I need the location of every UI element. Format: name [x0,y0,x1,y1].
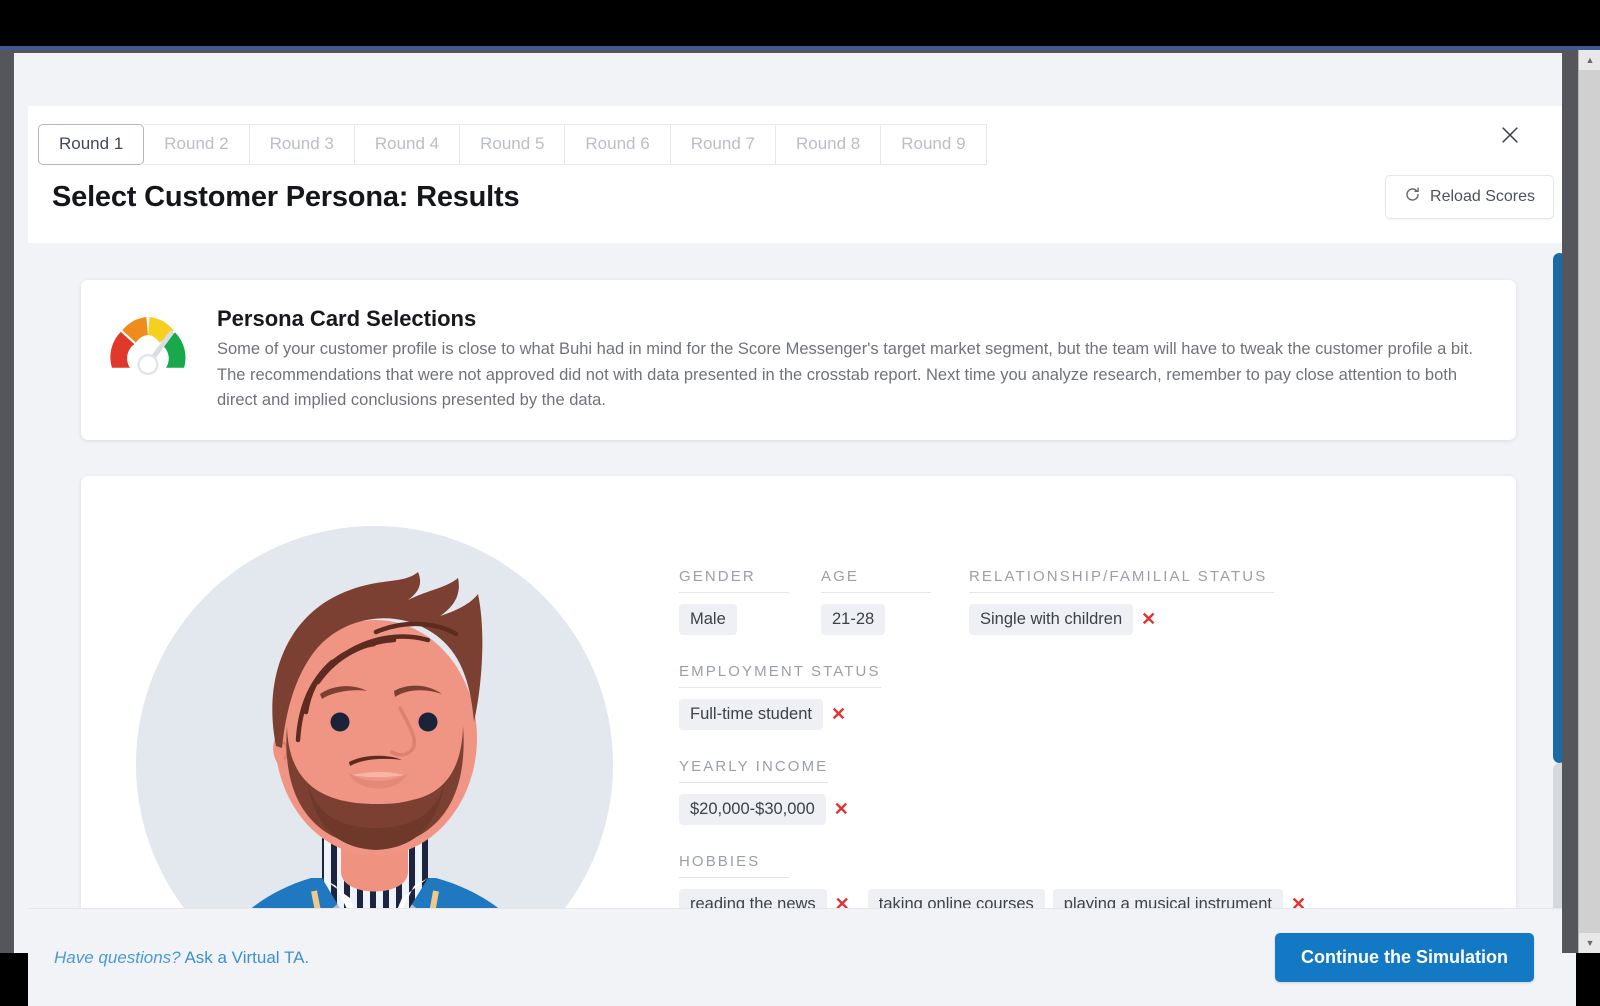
page-frame: Round 1 Round 2 Round 3 Round 4 Round 5 Round… [0,50,1600,1006]
round-tab-9[interactable]: Round 9 [881,124,987,165]
persona-fields: GENDER Male AGE 21-28 RELATIONSHIP/FAMILIAL … [651,476,1516,908]
persona-field-label: EMPLOYMENT STATUS [679,663,881,688]
persona-avatar-illustration [136,525,613,908]
round-tab-3[interactable]: Round 3 [249,124,355,165]
feedback-card: Persona Card Selections Some of your cus… [81,280,1516,440]
persona-tag: Single with children [969,603,1134,635]
modal-body-inner: Persona Card Selections Some of your cus… [28,280,1576,908]
scroll-down-arrow-icon[interactable]: ▼ [1579,933,1600,953]
remove-tag-icon[interactable]: ✕ [1141,610,1156,628]
feedback-body: Some of your customer profile is close t… [217,340,1473,410]
modal-body: Persona Card Selections Some of your cus… [28,243,1576,908]
reload-scores-button[interactable]: Reload Scores [1385,175,1554,219]
persona-field-tags: reading the news ✕ taking online courses pl… [679,878,1476,908]
ask-virtual-ta-link[interactable]: Ask a Virtual TA. [184,948,309,967]
persona-tag: $20,000-$30,000 [679,793,826,825]
browser-viewport: Round 1 Round 2 Round 3 Round 4 Round 5 Round… [0,0,1600,1006]
remove-tag-icon[interactable]: ✕ [831,705,846,723]
persona-tag: Full-time student [679,698,823,730]
persona-field: HOBBIES reading the news ✕ taking online co… [679,853,1476,908]
round-tab-1[interactable]: Round 1 [38,124,145,165]
round-tab-6[interactable]: Round 6 [565,124,671,165]
persona-field-tags: Single with children ✕ [969,593,1274,635]
persona-field: GENDER Male [679,568,789,635]
persona-tag: Male [679,603,737,635]
persona-field-rows: EMPLOYMENT STATUS Full-time student ✕ YEARL… [679,663,1476,908]
persona-card: GENDER Male AGE 21-28 RELATIONSHIP/FAMILIAL … [81,475,1516,908]
gauge-graphic [110,316,186,376]
persona-field: AGE 21-28 [821,568,931,635]
persona-tag: playing a musical instrument [1052,888,1283,908]
remove-tag-icon[interactable]: ✕ [1291,895,1306,908]
page-gutter [1562,50,1578,953]
results-modal: Round 1 Round 2 Round 3 Round 4 Round 5 Round… [28,106,1576,1006]
persona-field-tags: Full-time student ✕ [679,688,1476,730]
avatar-column [81,476,613,908]
round-tab-5[interactable]: Round 5 [460,124,566,165]
gauge-icon [107,306,189,381]
close-glyph [1502,127,1518,143]
reload-scores-label: Reload Scores [1430,188,1535,205]
persona-field: RELATIONSHIP/FAMILIAL STATUS Single with … [969,568,1274,635]
browser-scrollbar[interactable]: ▲ ▼ [1578,50,1600,953]
remove-tag-icon[interactable]: ✕ [835,895,850,908]
persona-field-tags: 21-28 [821,593,931,635]
refresh-icon [1404,186,1421,208]
remove-tag-icon[interactable]: ✕ [834,800,849,818]
close-icon[interactable] [1472,106,1548,166]
persona-field-tags: $20,000-$30,000 ✕ [679,783,1476,825]
persona-field-label: AGE [821,568,931,593]
persona-field-row-top: GENDER Male AGE 21-28 RELATIONSHIP/FAMILIAL … [679,568,1476,663]
screen-top-letterbox [0,0,1600,46]
round-tab-7[interactable]: Round 7 [670,124,776,165]
persona-field-label: HOBBIES [679,853,789,878]
round-tab-2[interactable]: Round 2 [144,124,250,165]
scroll-up-arrow-icon[interactable]: ▲ [1579,50,1600,70]
have-questions-text: Have questions? [54,947,181,967]
modal-title-row: Select Customer Persona: Results Reload … [28,165,1576,219]
persona-field-label: RELATIONSHIP/FAMILIAL STATUS [969,568,1274,593]
avatar [136,525,613,908]
round-tab-8[interactable]: Round 8 [775,124,882,165]
modal-header: Round 1 Round 2 Round 3 Round 4 Round 5 Round… [28,106,1576,243]
virtual-ta-prompt: Have questions? Ask a Virtual TA. [54,948,309,968]
modal-footer: Have questions? Ask a Virtual TA. Contin… [28,908,1576,1006]
persona-field-label: GENDER [679,568,789,593]
persona-tag: reading the news [679,888,827,908]
page-title: Select Customer Persona: Results [52,180,520,213]
persona-field: YEARLY INCOME $20,000-$30,000 ✕ [679,758,1476,825]
persona-field-tags: Male [679,593,789,635]
persona-tag: 21-28 [821,603,886,635]
persona-tag: taking online courses [867,888,1045,908]
feedback-text: Persona Card Selections Some of your cus… [217,306,1486,414]
round-tabs: Round 1 Round 2 Round 3 Round 4 Round 5 Round… [28,106,1576,165]
persona-field: EMPLOYMENT STATUS Full-time student ✕ [679,663,1476,730]
continue-simulation-button[interactable]: Continue the Simulation [1275,933,1534,982]
persona-field-label: YEARLY INCOME [679,758,829,783]
feedback-title: Persona Card Selections [217,306,477,331]
round-tab-4[interactable]: Round 4 [354,124,461,165]
